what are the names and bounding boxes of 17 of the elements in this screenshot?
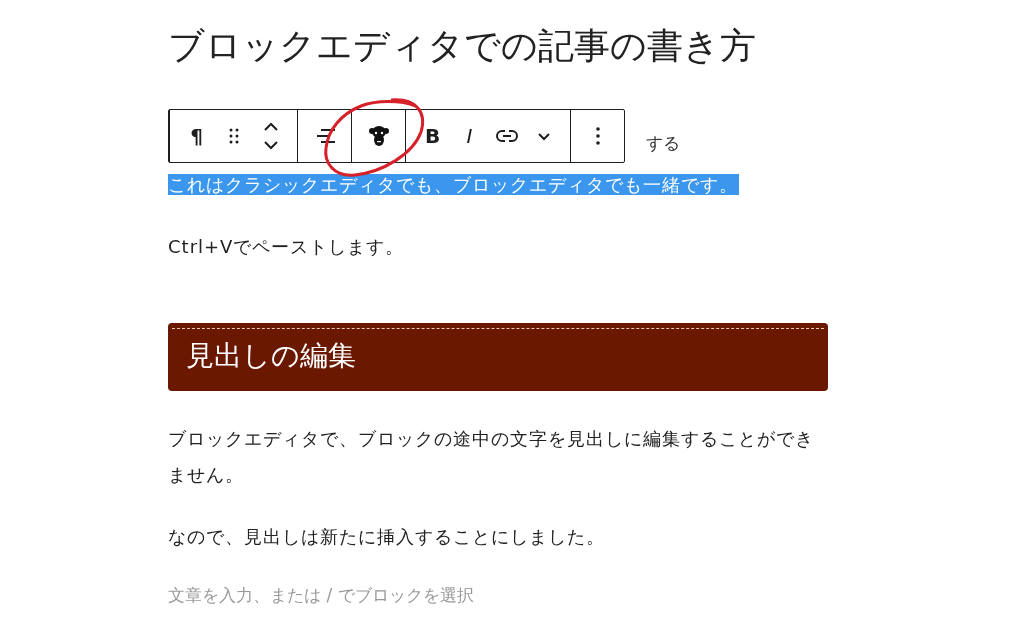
caret-icon bbox=[536, 131, 551, 141]
paragraph-text: Ctrl+Vでペーストします。 bbox=[168, 236, 405, 257]
paragraph-text: する bbox=[646, 133, 680, 153]
format-button[interactable]: ¶ bbox=[178, 110, 215, 162]
link-icon bbox=[495, 129, 518, 143]
format-button[interactable]: B bbox=[414, 110, 451, 162]
align-icon bbox=[314, 128, 335, 144]
paragraph-text: ブロックエディタで、ブロックの途中の文字を見出しに編集することができません。 bbox=[168, 428, 814, 485]
options-icon bbox=[595, 127, 600, 145]
drag-handle-icon bbox=[227, 127, 240, 145]
move-arrows-icon bbox=[262, 122, 279, 150]
paragraph-text: なので、見出しは新たに挿入することにしました。 bbox=[168, 526, 605, 547]
selected-text: これはクラシックエディタでも、ブロックエディタでも一緒です。 bbox=[168, 174, 739, 195]
format-button[interactable]: I bbox=[451, 110, 488, 162]
post-title: ブロックエディタでの記事の書き方 bbox=[168, 24, 757, 68]
section-heading: 見出しの編集 bbox=[168, 323, 828, 391]
monkey-face-icon bbox=[368, 125, 389, 147]
